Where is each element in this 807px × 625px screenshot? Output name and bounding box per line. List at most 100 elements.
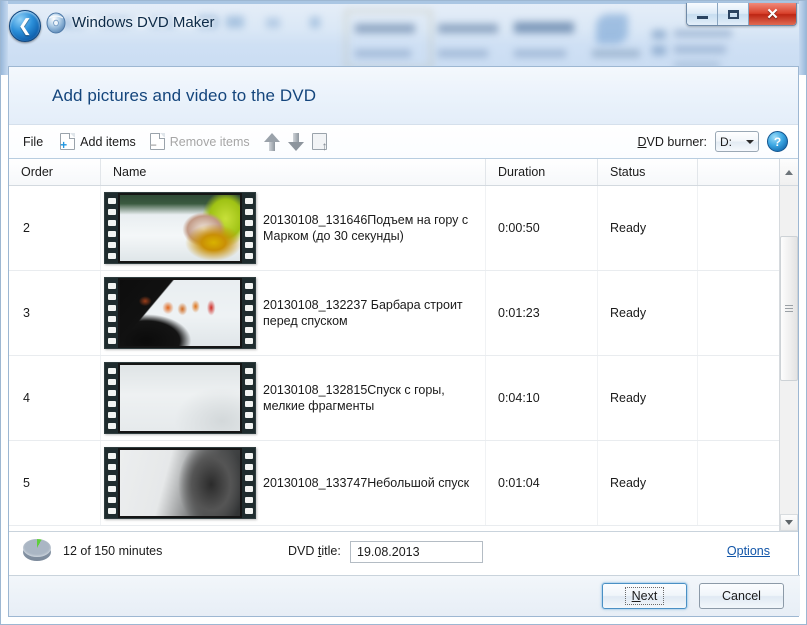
cell-duration: 0:01:23 [486,271,598,355]
thumbnail-holder [101,192,259,264]
group-on-slope-thumbnail [104,277,256,349]
page-header-band: Add pictures and video to the DVD [9,67,798,125]
dvd-title-input[interactable]: 19.08.2013 [350,541,483,563]
cell-order: 4 [9,356,101,440]
dvd-burner-label: DVD burner: [637,134,707,149]
blurred-ribbon-gallery-box [345,10,432,69]
item-name-label: 20130108_131646Подъем на гору с Марком (… [263,213,469,243]
minimize-icon [696,16,708,19]
help-button[interactable]: ? [767,131,788,152]
cell-duration: 0:00:50 [486,186,598,270]
film-sprockets-right [242,278,255,348]
blurred-ribbon-artifact [514,22,574,33]
table-row[interactable]: 5 20130108_133747Небольшой спуск 0:01:04 [9,441,779,526]
window-frame-left [0,0,8,75]
film-sprockets-left [105,363,118,433]
page-up-icon [311,133,328,152]
minus-badge-icon: − [149,137,157,152]
film-sprockets-right [242,363,255,433]
scrollbar-thumb[interactable] [780,236,798,381]
thumbnail-image [120,280,240,346]
items-list: 2 20130108_131646Подъем на гору с Марком… [9,186,798,531]
close-icon: ✕ [766,6,779,23]
column-header-status[interactable]: Status [598,159,698,185]
cell-name: 20130108_132815Спуск с горы, мелкие фраг… [101,356,486,440]
film-sprockets-right [242,193,255,263]
blurred-ribbon-artifact [592,50,640,57]
cell-status: Ready [598,441,698,525]
blurred-ribbon-artifact [596,14,628,44]
column-header-duration[interactable]: Duration [486,159,598,185]
cell-status: Ready [598,186,698,270]
cell-order: 3 [9,271,101,355]
arrow-up-icon [263,132,280,151]
scrollbar-grip-icon [785,303,793,314]
blurred-ribbon-artifact [310,17,320,28]
file-menu[interactable]: File [23,135,43,149]
list-column-headers: Order Name Duration Status [9,159,798,186]
cell-name: 20130108_132237 Барбара строит перед спу… [101,271,486,355]
dvd-burner-value: D: [720,134,732,149]
cell-blank [698,271,779,355]
dvd-disc-icon [46,12,66,34]
cell-blank [698,441,779,525]
chevron-down-icon [746,139,754,144]
cancel-button-label: Cancel [722,589,761,603]
remove-items-button[interactable]: − Remove items [149,133,250,152]
thumbnail-image [120,195,240,261]
blurred-ribbon-artifact [652,30,666,39]
capacity-label: 12 of 150 minutes [63,544,163,558]
column-header-name[interactable]: Name [101,159,486,185]
thumbnail-holder [101,447,259,519]
film-sprockets-right [242,448,255,518]
cell-duration: 0:04:10 [486,356,598,440]
blurred-ribbon-artifact [355,24,415,33]
vertical-scrollbar[interactable] [779,186,798,531]
dvd-burner-group: DVD burner: D: ? [638,125,788,158]
table-row[interactable]: 3 20130108_132237 Барбара строит перед с… [9,271,779,356]
move-up-button[interactable] [263,132,280,151]
cell-name: 20130108_133747Небольшой спуск [101,441,486,525]
blurred-ribbon-artifact [266,18,280,28]
client-area: Add pictures and video to the DVD File +… [8,66,800,617]
dvd-title-label: DVD title: [288,544,341,558]
arrow-down-icon [287,132,304,151]
table-row[interactable]: 4 20130108_132815Спуск с горы, мелкие фр… [9,356,779,441]
thumbnail-image [120,365,240,431]
back-button[interactable]: ❮ [9,10,41,42]
scrollbar-down-button[interactable] [780,514,798,531]
table-row[interactable]: 2 20130108_131646Подъем на гору с Марком… [9,186,779,271]
status-strip: 12 of 150 minutes DVD title: 19.08.2013 … [9,531,798,570]
toolbar: File + Add items − Remove items ↑ DVD bu… [9,125,798,159]
file-menu-label: File [23,134,44,149]
cell-order: 5 [9,441,101,525]
minimize-button[interactable] [687,3,718,25]
thumbnail-holder [101,362,259,434]
dvd-maker-window: ✕ ❮ Windows DVD Maker Add pictures and v… [0,0,807,625]
remove-items-label: Remove items [169,134,250,149]
column-header-order[interactable]: Order [9,159,101,185]
pie-top [23,539,51,557]
properties-button[interactable] [311,133,328,152]
cancel-button[interactable]: Cancel [699,583,784,609]
item-name-label: 20130108_132815Спуск с горы, мелкие фраг… [263,383,445,413]
maximize-button[interactable] [718,3,749,25]
move-down-button[interactable] [287,132,304,151]
add-items-button[interactable]: + Add items [60,133,136,152]
thumbnail-holder [101,277,259,349]
dvd-burner-select[interactable]: D: [715,131,759,152]
plus-badge-icon: + [60,137,68,152]
blurred-ribbon-artifact [674,46,726,53]
add-items-icon: + [60,133,76,152]
blurred-ribbon-artifact [652,46,666,55]
column-header-blank[interactable] [698,159,779,185]
blurred-ribbon-artifact [674,30,732,37]
cell-duration: 0:01:04 [486,441,598,525]
next-button[interactable]: Next [602,583,687,609]
options-link[interactable]: Options [727,544,770,558]
cell-blank [698,186,779,270]
items-list-body: 2 20130108_131646Подъем на гору с Марком… [9,186,779,531]
cell-name: 20130108_131646Подъем на гору с Марком (… [101,186,486,270]
close-button[interactable]: ✕ [749,3,796,25]
chevron-down-icon [785,520,793,525]
